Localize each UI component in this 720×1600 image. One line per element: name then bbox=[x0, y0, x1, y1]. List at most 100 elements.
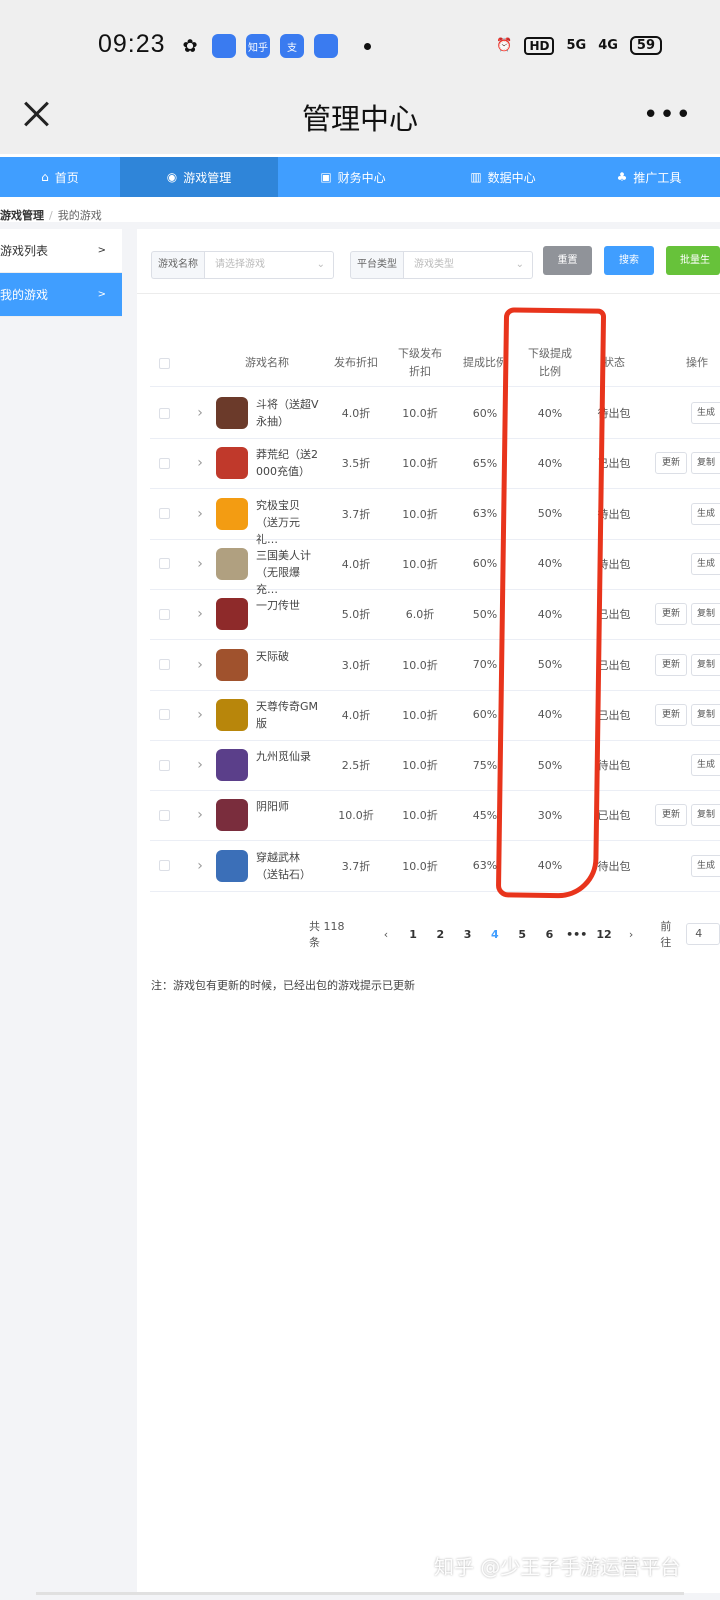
update-button[interactable]: 更新 bbox=[655, 653, 688, 676]
generate-button[interactable]: 生成 bbox=[691, 402, 720, 424]
table-row[interactable]: › 天际破 3.0折 10.0折 70% 50% 已出包 更新 复制 bbox=[150, 640, 720, 691]
more-menu-icon[interactable]: ••• bbox=[643, 100, 692, 130]
goto-page-input[interactable]: 4 bbox=[686, 923, 720, 945]
row-checkbox-cell bbox=[150, 841, 178, 891]
row-checkbox[interactable] bbox=[158, 759, 170, 771]
breadcrumb-game-management[interactable]: 游戏管理 bbox=[0, 209, 44, 222]
sidebar-item-game-list[interactable]: 游戏列表 > bbox=[0, 229, 122, 273]
row-checkbox[interactable] bbox=[158, 407, 170, 419]
close-icon[interactable] bbox=[22, 96, 52, 132]
wechat-icon: ✿ bbox=[182, 35, 198, 57]
main-panel: 游戏名称 请选择游戏 ⌄ 平台类型 游戏类型 ⌄ 重置 搜索 批量生 游戏名称 … bbox=[137, 229, 720, 1593]
game-name: 天际破 bbox=[256, 648, 320, 665]
goto-label: 前往 bbox=[660, 920, 672, 949]
search-button[interactable]: 搜索 bbox=[604, 246, 654, 275]
expand-row-icon[interactable]: › bbox=[190, 589, 210, 639]
row-checkbox[interactable] bbox=[158, 809, 170, 821]
row-checkbox[interactable] bbox=[158, 508, 170, 520]
table-row[interactable]: › 穿越武林 （送钻石） 3.7折 10.0折 63% 40% 待出包 生成 bbox=[150, 841, 720, 892]
page-button[interactable]: 3 bbox=[454, 928, 481, 941]
row-checkbox[interactable] bbox=[158, 659, 170, 670]
generate-button[interactable]: 复制 bbox=[691, 603, 720, 626]
expand-row-icon[interactable]: › bbox=[190, 489, 210, 539]
page-title: 管理中心 bbox=[301, 102, 418, 136]
batch-generate-button[interactable]: 批量生 bbox=[666, 246, 720, 275]
table-row[interactable]: › 天尊传奇GM 版 4.0折 10.0折 60% 40% 已出包 更新 复制 bbox=[150, 690, 720, 741]
table-row[interactable]: › 三国美人计 （无限爆充… 4.0折 10.0折 60% 40% 待出包 生成 bbox=[150, 539, 720, 596]
table-row[interactable]: › 阴阳师 10.0折 10.0折 45% 30% 已出包 更新 复制 bbox=[150, 790, 720, 842]
generate-button[interactable]: 生成 bbox=[691, 502, 720, 525]
page-button[interactable]: 6 bbox=[536, 928, 563, 941]
page-button[interactable]: 1 bbox=[399, 928, 426, 941]
status-notification-icons: ✿ 知乎 支 bbox=[178, 34, 371, 58]
row-checkbox[interactable] bbox=[158, 457, 170, 469]
expand-row-icon[interactable]: › bbox=[190, 388, 210, 438]
wallet-icon: ▣ bbox=[320, 170, 332, 184]
cell-discount: 3.5折 bbox=[341, 457, 371, 471]
table-row[interactable]: › 一刀传世 5.0折 6.0折 50% 40% 已出包 更新 复制 bbox=[150, 589, 720, 641]
row-checkbox[interactable] bbox=[158, 608, 170, 620]
game-name: 莽荒纪（送2 000充值） bbox=[256, 446, 320, 480]
expand-row-icon[interactable]: › bbox=[190, 841, 210, 891]
game-name-line: 000充值） bbox=[256, 465, 310, 479]
nav-data-center[interactable]: ▥ 数据中心 bbox=[428, 157, 578, 197]
game-name: 一刀传世 bbox=[256, 597, 320, 614]
filter-bar: 游戏名称 请选择游戏 ⌄ 平台类型 游戏类型 ⌄ bbox=[151, 251, 533, 279]
generate-button[interactable]: 生成 bbox=[691, 854, 720, 877]
platform-select[interactable]: 游戏类型 ⌄ bbox=[403, 251, 533, 279]
sidebar-item-my-games[interactable]: 我的游戏 > bbox=[0, 273, 122, 317]
generate-button[interactable]: 生成 bbox=[691, 754, 720, 777]
nav-finance[interactable]: ▣ 财务中心 bbox=[278, 157, 428, 197]
generate-button[interactable]: 复制 bbox=[691, 653, 720, 676]
cell-sub-discount: 10.0折 bbox=[402, 658, 438, 672]
more-notifications-dot bbox=[364, 42, 371, 50]
next-page-button[interactable]: › bbox=[618, 928, 645, 941]
table-row[interactable]: › 斗将（送超V 永抽） 4.0折 10.0折 60% 40% 待出包 生成 bbox=[150, 388, 720, 439]
expand-row-icon[interactable]: › bbox=[190, 640, 210, 690]
game-name-select[interactable]: 请选择游戏 ⌄ bbox=[204, 251, 334, 279]
reset-button[interactable]: 重置 bbox=[543, 246, 592, 275]
header-discount: 发布折扣 bbox=[334, 356, 378, 369]
generate-button[interactable]: 复制 bbox=[691, 703, 720, 726]
row-checkbox-cell bbox=[150, 589, 178, 639]
cell-sub-discount: 10.0折 bbox=[402, 507, 438, 521]
table-row[interactable]: › 九州觅仙录 2.5折 10.0折 75% 50% 待出包 生成 bbox=[150, 740, 720, 792]
page-ellipsis[interactable]: ••• bbox=[563, 928, 590, 941]
page-button-current[interactable]: 4 bbox=[481, 928, 508, 941]
game-name: 九州觅仙录 bbox=[256, 748, 320, 765]
expand-row-icon[interactable]: › bbox=[190, 690, 210, 740]
expand-row-icon[interactable]: › bbox=[190, 438, 210, 488]
row-checkbox[interactable] bbox=[158, 860, 170, 872]
row-checkbox[interactable] bbox=[158, 709, 170, 721]
table-row[interactable]: › 莽荒纪（送2 000充值） 3.5折 10.0折 65% 40% 已出包 更新 复制 bbox=[150, 438, 720, 490]
row-checkbox[interactable] bbox=[158, 558, 170, 570]
nav-label: 游戏管理 bbox=[183, 170, 232, 185]
page-button[interactable]: 2 bbox=[427, 928, 454, 941]
header-ops: 操作 bbox=[686, 356, 708, 369]
nav-home[interactable]: ⌂ 首页 bbox=[0, 157, 120, 197]
nav-promo-tools[interactable]: ♣ 推广工具 bbox=[578, 157, 720, 197]
update-button[interactable]: 更新 bbox=[655, 804, 688, 827]
game-icon bbox=[216, 698, 248, 731]
game-name-line: 穿越武林 bbox=[256, 850, 300, 864]
table-row[interactable]: › 究极宝贝 （送万元礼… 3.7折 10.0折 63% 50% 待出包 生成 bbox=[150, 489, 720, 546]
home-indicator[interactable] bbox=[36, 1592, 684, 1595]
expand-row-icon[interactable]: › bbox=[190, 740, 210, 790]
cell-sub-discount: 10.0折 bbox=[402, 759, 438, 773]
update-button[interactable]: 更新 bbox=[655, 703, 688, 726]
select-all-checkbox[interactable] bbox=[158, 357, 170, 369]
expand-row-icon[interactable]: › bbox=[190, 539, 210, 589]
generate-button[interactable]: 复制 bbox=[691, 804, 720, 827]
cell-discount: 10.0折 bbox=[338, 809, 374, 823]
generate-button[interactable]: 生成 bbox=[691, 552, 720, 575]
generate-button[interactable]: 复制 bbox=[691, 452, 720, 475]
page-button[interactable]: 12 bbox=[590, 928, 617, 941]
expand-row-icon[interactable]: › bbox=[190, 790, 210, 840]
update-button[interactable]: 更新 bbox=[655, 452, 688, 475]
page-button[interactable]: 5 bbox=[509, 928, 536, 941]
prev-page-button[interactable]: ‹ bbox=[373, 928, 400, 941]
nav-game-management[interactable]: ◉ 游戏管理 bbox=[120, 157, 278, 197]
update-button[interactable]: 更新 bbox=[655, 603, 688, 626]
game-name-label: 游戏名称 bbox=[151, 251, 204, 279]
chevron-right-icon: > bbox=[97, 245, 106, 256]
